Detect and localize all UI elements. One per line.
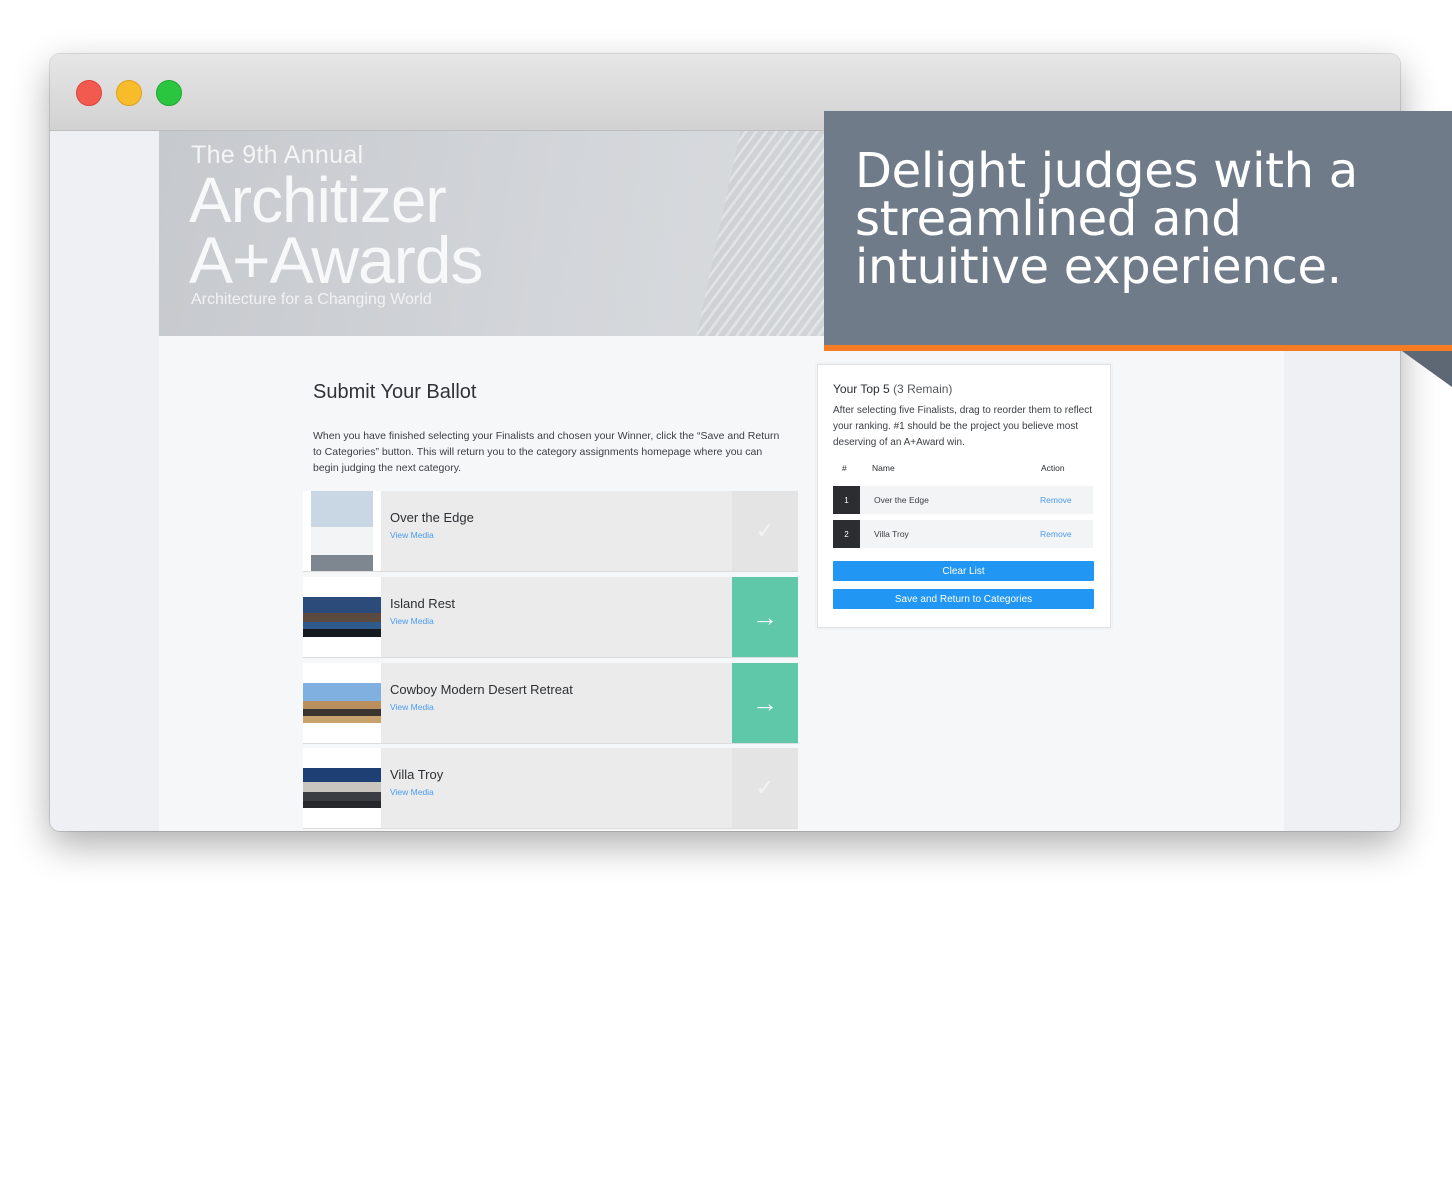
finalist-name: Villa Troy [390,767,444,782]
column-header-rank: # [842,463,847,473]
ballot-instructions: When you have finished selecting your Fi… [313,430,780,474]
finalist-name: Island Rest [390,596,456,611]
save-return-button[interactable]: Save and Return to Categories [833,589,1094,609]
ranked-project-name: Villa Troy [874,529,909,539]
finalist-row: Over the Edge View Media ✓ [303,491,798,572]
finalist-row: Villa Troy View Media ✓ [303,748,798,829]
finalist-thumbnail[interactable] [303,577,381,657]
callout-headline: Delight judges with a streamlined and in… [855,143,1358,295]
view-media-link[interactable]: View Media [390,530,434,540]
marketing-callout: Delight judges with a streamlined and in… [824,111,1452,351]
close-window-button[interactable] [76,80,102,106]
project-photo [303,768,381,808]
view-media-link[interactable]: View Media [390,616,434,626]
maximize-window-button[interactable] [156,80,182,106]
finalist-thumbnail[interactable] [303,663,381,743]
column-header-action: Action [1041,463,1065,473]
finalist-thumbnail[interactable] [303,748,381,828]
ranked-row[interactable]: 1 Over the Edge Remove [833,486,1093,514]
minimize-window-button[interactable] [116,80,142,106]
ranked-project-name: Over the Edge [874,495,929,505]
finalist-thumbnail[interactable] [303,491,381,571]
clear-list-button[interactable]: Clear List [833,561,1094,581]
view-media-link[interactable]: View Media [390,787,434,797]
arrow-right-icon[interactable]: → [732,577,798,657]
check-icon[interactable]: ✓ [732,748,798,828]
project-photo [303,683,381,723]
page-title: Submit Your Ballot [313,381,477,403]
remove-link[interactable]: Remove [1040,529,1072,539]
top5-heading: Your Top 5 (3 Remain) [833,382,952,396]
top5-remaining-count: (3 Remain) [893,382,953,396]
callout-fold-shape [1402,351,1452,387]
column-header-name: Name [872,463,895,473]
finalist-name: Cowboy Modern Desert Retreat [390,682,573,697]
arrow-right-icon[interactable]: → [732,663,798,743]
project-photo [303,597,381,637]
finalist-name: Over the Edge [390,510,474,525]
finalist-row: Island Rest View Media → [303,577,798,658]
top5-instructions: After selecting five Finalists, drag to … [833,405,1092,448]
rank-badge: 1 [833,486,860,514]
top5-title: Your Top 5 [833,382,890,396]
finalist-row: Cowboy Modern Desert Retreat View Media … [303,663,798,744]
project-photo [311,491,373,571]
hero-awards-title: A+Awards [189,223,483,297]
top5-panel: Your Top 5 (3 Remain) After selecting fi… [817,364,1111,628]
rank-badge: 2 [833,520,860,548]
view-media-link[interactable]: View Media [390,702,434,712]
hero-tagline: Architecture for a Changing World [191,291,432,308]
check-icon[interactable]: ✓ [732,491,798,571]
ranked-row[interactable]: 2 Villa Troy Remove [833,520,1093,548]
remove-link[interactable]: Remove [1040,495,1072,505]
